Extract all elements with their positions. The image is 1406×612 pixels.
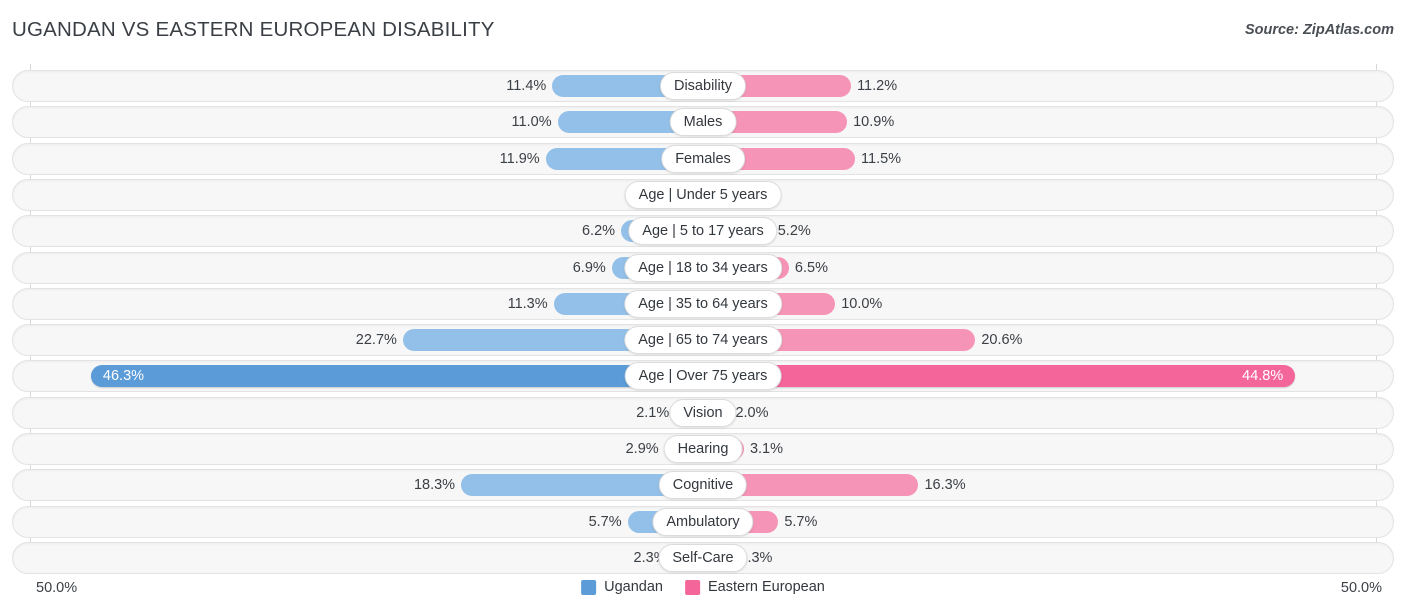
value-label-ugandan: 5.7% [588, 513, 622, 530]
category-label: Males [669, 108, 737, 137]
table-row: 5.7% 5.7% Ambulatory [12, 505, 1394, 538]
chart-header: UGANDAN VS EASTERN EUROPEAN DISABILITY S… [0, 0, 1406, 56]
value-label-eastern-european: 11.2% [857, 78, 898, 94]
category-label: Cognitive [658, 471, 748, 500]
value-label-eastern-european: 5.2% [777, 223, 811, 240]
value-label-ugandan: 11.0% [511, 114, 552, 131]
category-label: Self-Care [658, 543, 748, 572]
bar-ugandan [90, 365, 703, 388]
table-row: 6.2% 5.2% Age | 5 to 17 years [12, 215, 1394, 248]
value-label-ugandan: 11.9% [499, 150, 540, 167]
value-label-ugandan: 18.3% [413, 477, 456, 494]
value-label-eastern-european: 5.7% [784, 513, 818, 530]
category-label: Ambulatory [652, 507, 754, 536]
value-label-ugandan: 11.4% [506, 78, 547, 94]
legend-item[interactable]: Ugandan [581, 579, 663, 595]
legend-item[interactable]: Eastern European [684, 579, 825, 595]
value-label-ugandan: 46.3% [102, 368, 145, 385]
value-label-ugandan: 2.1% [636, 404, 670, 421]
bar-eastern-european [703, 365, 1296, 388]
page-title: UGANDAN VS EASTERN EUROPEAN DISABILITY [12, 18, 495, 41]
category-label: Hearing [663, 435, 743, 463]
category-label: Age | 65 to 74 years [624, 326, 782, 355]
axis-label-right: 50.0% [1340, 580, 1382, 596]
value-label-ugandan: 11.3% [507, 295, 548, 312]
value-label-eastern-european: 20.6% [981, 332, 1023, 349]
table-row: 2.3% 2.3% Self-Care [12, 541, 1394, 574]
table-row: 22.7% 20.6% Age | 65 to 74 years [12, 324, 1394, 357]
legend-label: Eastern European [707, 579, 825, 595]
axis-label-left: 50.0% [36, 580, 78, 596]
table-row: 11.4% 11.2% Disability [12, 70, 1394, 102]
source-attribution: Source: ZipAtlas.com [1244, 22, 1394, 38]
table-row: 11.9% 11.5% Females [12, 142, 1394, 175]
category-label: Vision [669, 398, 737, 427]
table-row: 46.3% 44.8% Age | Over 75 years [12, 360, 1394, 393]
value-label-eastern-european: 16.3% [924, 477, 966, 494]
table-row: 6.9% 6.5% Age | 18 to 34 years [12, 251, 1394, 284]
value-label-eastern-european: 10.9% [853, 114, 895, 131]
category-label: Age | 18 to 34 years [624, 253, 782, 282]
table-row: 18.3% 16.3% Cognitive [12, 469, 1394, 502]
legend-swatch-icon [581, 579, 597, 595]
value-label-eastern-european: 6.5% [794, 259, 828, 276]
category-label: Age | 35 to 64 years [624, 289, 782, 318]
legend-label: Ugandan [604, 579, 663, 595]
table-row: 11.0% 10.9% Males [12, 106, 1394, 139]
table-row: 2.9% 3.1% Hearing [12, 433, 1394, 465]
value-label-eastern-european: 11.5% [861, 150, 902, 167]
category-label: Age | 5 to 17 years [628, 217, 778, 246]
chart-footer: 50.0% 50.0% Ugandan Eastern European [0, 574, 1406, 612]
table-row: 11.3% 10.0% Age | 35 to 64 years [12, 287, 1394, 320]
value-label-ugandan: 2.9% [625, 441, 659, 457]
value-label-ugandan: 22.7% [355, 332, 397, 349]
value-label-eastern-european: 10.0% [841, 295, 883, 312]
category-label: Age | Over 75 years [624, 362, 782, 391]
chart-page: UGANDAN VS EASTERN EUROPEAN DISABILITY S… [0, 0, 1406, 612]
value-label-eastern-european: 44.8% [1242, 368, 1284, 385]
value-label-ugandan: 6.9% [572, 259, 606, 276]
table-row: 1.1%1.4%Age | Under 5 years [12, 178, 1394, 211]
legend-swatch-icon [684, 579, 700, 595]
category-label: Disability [659, 72, 747, 100]
chart-legend: Ugandan Eastern European [581, 579, 825, 595]
category-label: Age | Under 5 years [624, 180, 782, 209]
value-label-ugandan: 6.2% [581, 223, 616, 240]
value-label-eastern-european: 2.0% [735, 404, 769, 421]
chart-plot-area: 11.4% 11.2% Disability 11.0% 10.9% Males 11.9%… [0, 64, 1406, 574]
table-row: 2.1% 2.0% Vision [12, 396, 1394, 429]
value-label-eastern-european: 3.1% [749, 441, 784, 457]
category-label: Females [661, 144, 745, 173]
